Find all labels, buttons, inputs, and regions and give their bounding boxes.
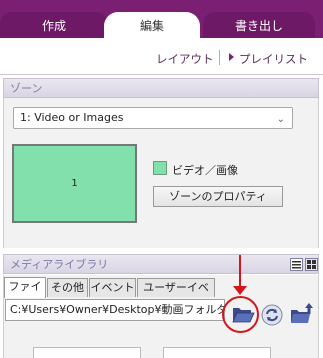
- grid-view-icon[interactable]: [305, 258, 318, 271]
- top-tab-bar: 作成 編集 書き出し: [0, 0, 323, 39]
- list-view-icon[interactable]: [290, 258, 303, 271]
- zone-color-swatch: [153, 161, 167, 175]
- zone-preview[interactable]: 1: [12, 144, 137, 223]
- media-library-title: メディアライブラリ: [10, 258, 109, 271]
- play-icon: [229, 53, 234, 61]
- zone-number: 1: [71, 178, 78, 189]
- zone-panel: 1: Video or Images ⌄ 1 ビデオ／画像 ゾーンのプロパティ: [3, 98, 319, 248]
- tab-create[interactable]: 作成: [0, 12, 108, 39]
- tab-events[interactable]: イベント: [89, 278, 136, 297]
- zone-panel-header: ゾーン: [3, 78, 319, 98]
- tab-user-events[interactable]: ユーザーイベント: [137, 278, 215, 312]
- chevron-down-icon: ⌄: [276, 114, 285, 125]
- sub-nav-bar: レイアウト プレイリスト: [0, 38, 323, 75]
- zone-properties-button[interactable]: ゾーンのプロパティ: [153, 186, 283, 207]
- tab-export[interactable]: 書き出し: [203, 12, 315, 39]
- annotation-circle: [222, 296, 259, 333]
- tab-other[interactable]: その他: [47, 278, 88, 297]
- annotation-arrow-line: [239, 255, 241, 289]
- refresh-icon[interactable]: [261, 304, 285, 326]
- media-library-panel: ファイル その他 イベント ユーザーイベント C:¥Users¥Owner¥De…: [3, 275, 319, 358]
- zone-dropdown[interactable]: 1: Video or Images ⌄: [13, 107, 293, 129]
- playlist-link[interactable]: プレイリスト: [239, 51, 308, 67]
- tab-edit[interactable]: 編集: [104, 12, 200, 39]
- media-thumbnail[interactable]: [33, 347, 141, 358]
- media-library-header: メディアライブラリ: [3, 254, 319, 274]
- folder-upload-icon[interactable]: [289, 301, 313, 323]
- tab-files[interactable]: ファイル: [4, 277, 46, 311]
- layout-link[interactable]: レイアウト: [156, 51, 214, 67]
- zone-type-label: ビデオ／画像: [172, 164, 238, 177]
- folder-path-field[interactable]: C:¥Users¥Owner¥Desktop¥動画フォルダ: [5, 299, 225, 321]
- zone-dropdown-value: 1: Video or Images: [20, 111, 124, 124]
- nav-separator: [219, 50, 220, 65]
- media-thumbnail[interactable]: [163, 347, 271, 358]
- annotation-arrow-head: [233, 286, 247, 295]
